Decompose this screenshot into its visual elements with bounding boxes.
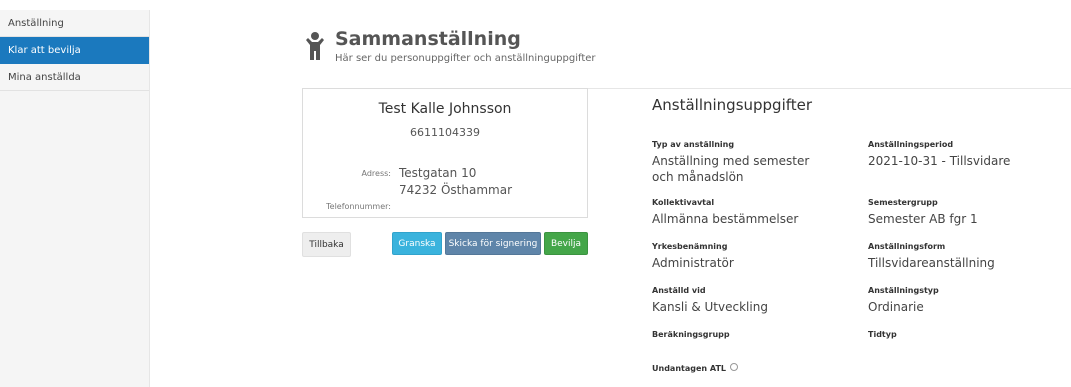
field-employment-type-ordinary: Anställningstyp Ordinarie xyxy=(868,286,1068,315)
field-collective-agreement: Kollektivavtal Allmänna bestämmelser xyxy=(652,198,852,227)
field-label: Anställningsperiod xyxy=(868,140,954,149)
person-card: Test Kalle Johnsson 6611104339 Adress: T… xyxy=(302,88,588,218)
sidebar-item-anstallning[interactable]: Anställning xyxy=(0,10,149,37)
field-label: Kollektivavtal xyxy=(652,198,715,207)
review-button[interactable]: Granska xyxy=(392,232,442,255)
field-vacation-group: Semestergrupp Semester AB fgr 1 xyxy=(868,198,1068,227)
person-id-number: 6611104339 xyxy=(410,126,480,139)
field-label: Typ av anställning xyxy=(652,140,735,149)
field-label: Anställningstyp xyxy=(868,286,939,295)
address-label: Adress: xyxy=(361,169,391,178)
employment-section-title: Anställningsuppgifter xyxy=(652,96,813,114)
field-job-title: Yrkesbenämning Administratör xyxy=(652,242,852,271)
field-label: Beräkningsgrupp xyxy=(652,330,730,339)
field-value: Tillsvidareanställning xyxy=(868,256,995,270)
page-subtitle: Här ser du personuppgifter och anställni… xyxy=(335,53,596,64)
field-value: Administratör xyxy=(652,256,734,270)
field-employment-period: Anställningsperiod 2021-10-31 - Tillsvid… xyxy=(868,140,1068,169)
sidebar-item-klar-att-bevilja[interactable]: Klar att bevilja xyxy=(0,37,149,64)
sidebar: Anställning Klar att bevilja Mina anstäl… xyxy=(0,10,150,387)
field-employed-at: Anställd vid Kansli & Utveckling xyxy=(652,286,852,315)
page-title: Sammanställning xyxy=(335,28,521,50)
field-value: Anställning med semester och månadslön xyxy=(652,154,810,184)
person-icon xyxy=(306,32,324,60)
approve-button[interactable]: Bevilja xyxy=(544,232,588,255)
field-value: 2021-10-31 - Tillsvidare xyxy=(868,154,1011,168)
atl-radio[interactable] xyxy=(730,362,738,371)
back-button[interactable]: Tillbaka xyxy=(302,232,351,257)
address-street: Testgatan 10 xyxy=(399,166,477,180)
field-calc-group: Beräkningsgrupp xyxy=(652,330,852,340)
field-atl-exempt: Undantagen ATL xyxy=(652,356,852,375)
field-value: Semester AB fgr 1 xyxy=(868,212,978,226)
field-label: Tidtyp xyxy=(868,330,897,339)
field-label: Anställd vid xyxy=(652,286,706,295)
phone-label: Telefonnummer: xyxy=(326,202,391,211)
field-value: Kansli & Utveckling xyxy=(652,300,768,314)
divider xyxy=(588,88,1071,89)
sidebar-item-mina-anstallda[interactable]: Mina anställda xyxy=(0,64,149,91)
page-header: Sammanställning Här ser du personuppgift… xyxy=(303,28,596,64)
field-time-type: Tidtyp xyxy=(868,330,1068,340)
field-employment-form: Anställningsform Tillsvidareanställning xyxy=(868,242,1068,271)
atl-label: Undantagen ATL xyxy=(652,364,726,373)
field-value: Allmänna bestämmelser xyxy=(652,212,799,226)
field-label: Semestergrupp xyxy=(868,198,938,207)
send-for-signing-button[interactable]: Skicka för signering xyxy=(445,232,541,255)
field-label: Yrkesbenämning xyxy=(652,242,728,251)
field-label: Anställningsform xyxy=(868,242,946,251)
field-employment-type: Typ av anställning Anställning med semes… xyxy=(652,140,852,185)
address-postal: 74232 Östhammar xyxy=(399,183,513,197)
person-name: Test Kalle Johnsson xyxy=(378,101,512,117)
field-value: Ordinarie xyxy=(868,300,924,314)
